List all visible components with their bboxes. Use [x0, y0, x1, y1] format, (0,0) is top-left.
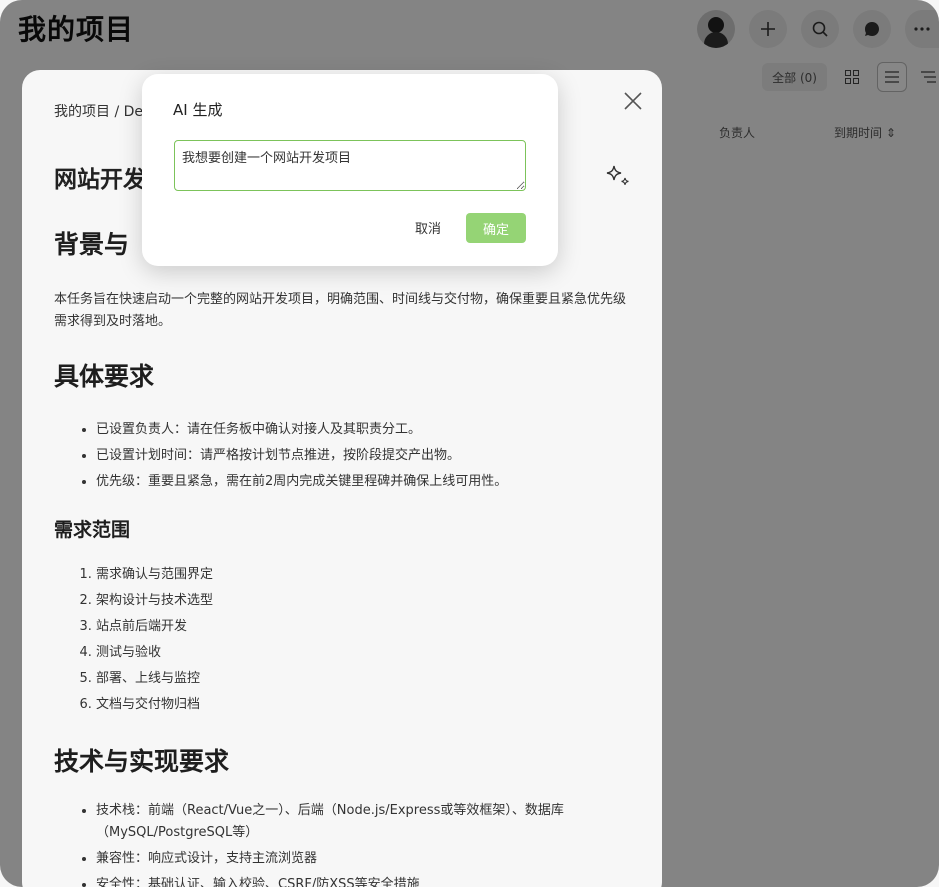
heading-tech: 技术与实现要求: [54, 747, 230, 776]
list-item: 安全性：基础认证、输入校验、CSRF/防XSS等安全措施: [96, 874, 634, 887]
heading-scope: 需求范围: [54, 519, 131, 541]
task-description[interactable]: 背景与 本任务旨在快速启动一个完整的网站开发项目，明确范围、时间线与交付物，确保…: [54, 225, 634, 887]
list-item: 架构设计与技术选型: [96, 590, 634, 612]
heading-requirements: 具体要求: [54, 362, 155, 391]
list-item: 站点前后端开发: [96, 616, 634, 638]
list-item: 需求确认与范围界定: [96, 564, 634, 586]
list-item: 测试与验收: [96, 642, 634, 664]
list-item: 文档与交付物归档: [96, 694, 634, 716]
list-item: 兼容性：响应式设计，支持主流浏览器: [96, 848, 634, 870]
list-item: 技术栈：前端（React/Vue之一）、后端（Node.js/Express或等…: [96, 800, 634, 844]
tech-list: 技术栈：前端（React/Vue之一）、后端（Node.js/Express或等…: [54, 800, 634, 887]
confirm-button[interactable]: 确定: [466, 213, 526, 243]
background-paragraph: 本任务旨在快速启动一个完整的网站开发项目，明确范围、时间线与交付物，确保重要且紧…: [54, 292, 627, 329]
list-item: 部署、上线与监控: [96, 668, 634, 690]
requirements-list: 已设置负责人：请在任务板中确认对接人及其职责分工。 已设置计划时间：请严格按计划…: [54, 419, 634, 493]
scope-list: 需求确认与范围界定 架构设计与技术选型 站点前后端开发 测试与验收 部署、上线与…: [54, 564, 634, 716]
list-item: 已设置负责人：请在任务板中确认对接人及其职责分工。: [96, 419, 634, 441]
list-item: 优先级：重要且紧急，需在前2周内完成关键里程碑并确保上线可用性。: [96, 471, 634, 493]
breadcrumb[interactable]: 我的项目 / De: [54, 101, 143, 121]
close-icon[interactable]: [622, 90, 644, 112]
cancel-button[interactable]: 取消: [408, 212, 448, 242]
task-title[interactable]: 网站开发: [54, 160, 146, 194]
app-window: 我的项目 全部 (0) 负责人 到期时间 ⇕ 我的项目 / De 网站开发 背景…: [0, 0, 939, 887]
prompt-input[interactable]: 我想要创建一个网站开发项目: [174, 140, 526, 191]
ai-generate-dialog: AI 生成 我想要创建一个网站开发项目 取消 确定: [142, 74, 558, 266]
dialog-title: AI 生成: [173, 101, 223, 119]
ai-sparkle-icon[interactable]: [604, 162, 632, 190]
list-item: 已设置计划时间：请严格按计划节点推进，按阶段提交产出物。: [96, 445, 634, 467]
